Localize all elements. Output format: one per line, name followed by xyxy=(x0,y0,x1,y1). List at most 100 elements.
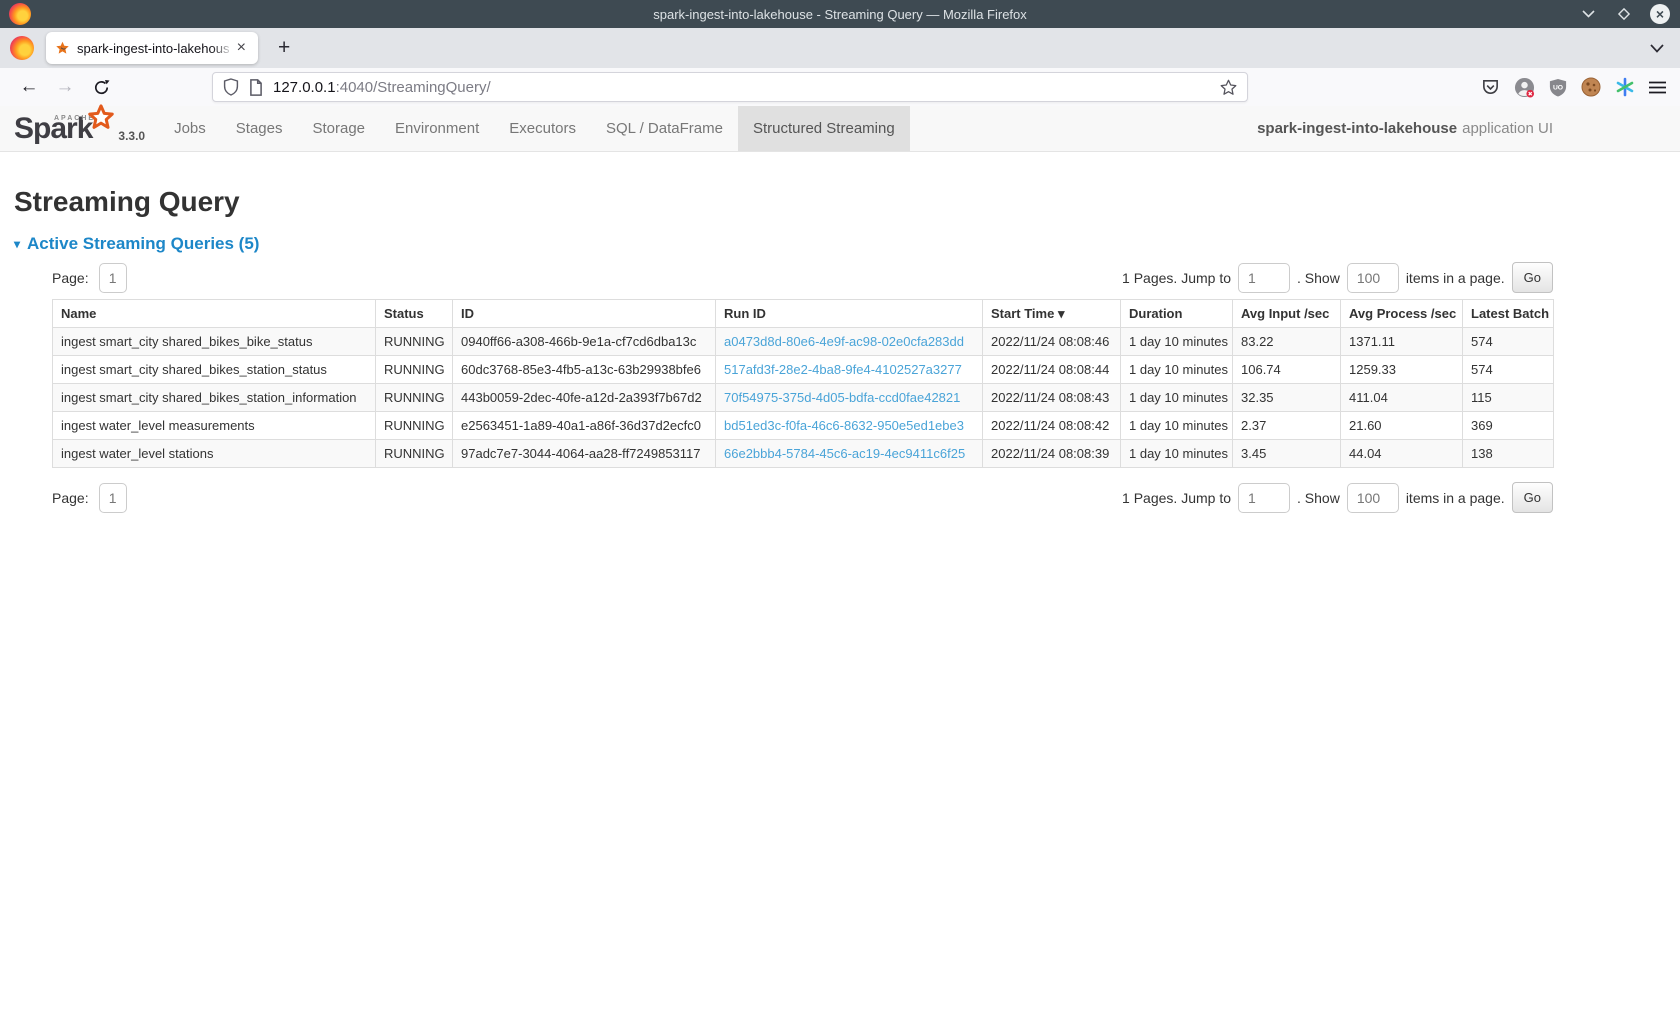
jump-to-page-input[interactable] xyxy=(1238,483,1290,513)
forward-button[interactable]: → xyxy=(50,76,80,98)
col-header-avg-process-sec[interactable]: Avg Process /sec xyxy=(1341,300,1463,328)
spark-nav-structured-streaming[interactable]: Structured Streaming xyxy=(738,106,910,151)
cell-latest-batch: 369 xyxy=(1463,412,1554,440)
cell-run-id: 66e2bbb4-5784-45c6-ac19-4ec9411c6f25 xyxy=(716,440,983,468)
spark-logo-star-icon xyxy=(86,104,116,134)
col-header-start-time[interactable]: Start Time ▾ xyxy=(983,300,1121,328)
cell-duration: 1 day 10 minutes xyxy=(1121,384,1233,412)
app-ui-suffix: application UI xyxy=(1462,120,1553,137)
spark-favicon-icon xyxy=(55,41,70,56)
show-text: . Show xyxy=(1297,270,1340,286)
cell-latest-batch: 115 xyxy=(1463,384,1554,412)
col-header-id[interactable]: ID xyxy=(453,300,716,328)
show-text: . Show xyxy=(1297,490,1340,506)
cell-start-time: 2022/11/24 08:08:44 xyxy=(983,356,1121,384)
menu-hamburger-icon[interactable] xyxy=(1649,81,1666,94)
cell-name: ingest water_level measurements xyxy=(53,412,376,440)
cell-latest-batch: 574 xyxy=(1463,328,1554,356)
cell-avg-process: 1259.33 xyxy=(1341,356,1463,384)
cell-id: 97adc7e7-3044-4064-aa28-ff7249853117 xyxy=(453,440,716,468)
section-title: Active Streaming Queries (5) xyxy=(27,234,259,254)
spark-nav: JobsStagesStorageEnvironmentExecutorsSQL… xyxy=(159,106,910,151)
cell-avg-process: 1371.11 xyxy=(1341,328,1463,356)
cell-start-time: 2022/11/24 08:08:39 xyxy=(983,440,1121,468)
window-close-button[interactable]: × xyxy=(1650,4,1670,24)
extension-asterisk-icon[interactable] xyxy=(1615,77,1635,97)
spark-nav-environment[interactable]: Environment xyxy=(380,106,494,151)
cell-duration: 1 day 10 minutes xyxy=(1121,356,1233,384)
cell-status: RUNNING xyxy=(376,328,453,356)
shield-permissions-icon[interactable] xyxy=(223,78,239,96)
list-all-tabs-icon[interactable] xyxy=(1650,44,1664,53)
app-ui-label: spark-ingest-into-lakehouse application … xyxy=(1257,106,1680,151)
spark-logo[interactable]: APACHE Spark 3.3.0 xyxy=(0,106,153,151)
window-titlebar: spark-ingest-into-lakehouse - Streaming … xyxy=(0,0,1680,28)
browser-tab[interactable]: spark-ingest-into-lakehous × xyxy=(46,32,258,64)
go-button[interactable]: Go xyxy=(1512,482,1553,513)
col-header-latest-batch[interactable]: Latest Batch xyxy=(1463,300,1554,328)
col-header-avg-input-sec[interactable]: Avg Input /sec xyxy=(1233,300,1341,328)
spark-nav-executors[interactable]: Executors xyxy=(494,106,591,151)
reload-icon[interactable] xyxy=(86,79,116,96)
new-tab-button[interactable]: + xyxy=(270,36,298,60)
cell-avg-process: 21.60 xyxy=(1341,412,1463,440)
back-button[interactable]: ← xyxy=(14,76,44,98)
page-number-input[interactable] xyxy=(99,483,127,513)
tab-title: spark-ingest-into-lakehous xyxy=(77,41,234,56)
items-text: items in a page. xyxy=(1406,490,1505,506)
run-id-link[interactable]: 66e2bbb4-5784-45c6-ac19-4ec9411c6f25 xyxy=(724,446,965,461)
cell-name: ingest smart_city shared_bikes_station_i… xyxy=(53,384,376,412)
jump-to-page-input[interactable] xyxy=(1238,263,1290,293)
tab-strip: spark-ingest-into-lakehous × + xyxy=(0,28,1680,68)
run-id-link[interactable]: a0473d8d-80e6-4e9f-ac98-02e0cfa283dd xyxy=(724,334,964,349)
window-maximize-button[interactable] xyxy=(1614,4,1634,24)
run-id-link[interactable]: bd51ed3c-f0fa-46c6-8632-950e5ed1ebe3 xyxy=(724,418,964,433)
cell-duration: 1 day 10 minutes xyxy=(1121,412,1233,440)
cell-avg-process: 411.04 xyxy=(1341,384,1463,412)
bookmark-star-icon[interactable] xyxy=(1220,79,1237,96)
cell-status: RUNNING xyxy=(376,356,453,384)
url-bar[interactable]: 127.0.0.1:4040/StreamingQuery/ xyxy=(212,72,1248,102)
table-row: ingest water_level stationsRUNNING97adc7… xyxy=(53,440,1554,468)
cell-latest-batch: 138 xyxy=(1463,440,1554,468)
cell-run-id: 517afd3f-28e2-4ba8-9fe4-4102527a3277 xyxy=(716,356,983,384)
cell-id: 60dc3768-85e3-4fb5-a13c-63b29938bfe6 xyxy=(453,356,716,384)
url-text[interactable]: 127.0.0.1:4040/StreamingQuery/ xyxy=(273,79,491,96)
items-per-page-input[interactable] xyxy=(1347,263,1399,293)
firefox-window: spark-ingest-into-lakehouse - Streaming … xyxy=(0,0,1680,1012)
pocket-icon[interactable] xyxy=(1481,78,1500,97)
window-minimize-button[interactable] xyxy=(1578,4,1598,24)
page-number-input[interactable] xyxy=(99,263,127,293)
cell-status: RUNNING xyxy=(376,440,453,468)
col-header-duration[interactable]: Duration xyxy=(1121,300,1233,328)
spark-version: 3.3.0 xyxy=(118,129,145,143)
pagination-top: Page: 1 Pages. Jump to . Show items in a… xyxy=(52,262,1553,293)
col-header-status[interactable]: Status xyxy=(376,300,453,328)
col-header-name[interactable]: Name xyxy=(53,300,376,328)
col-header-run-id[interactable]: Run ID xyxy=(716,300,983,328)
firefox-logo-icon xyxy=(9,3,31,25)
cell-start-time: 2022/11/24 08:08:43 xyxy=(983,384,1121,412)
ublock-shield-icon[interactable]: UO xyxy=(1549,78,1567,97)
table-row: ingest water_level measurementsRUNNINGe2… xyxy=(53,412,1554,440)
items-per-page-input[interactable] xyxy=(1347,483,1399,513)
cell-name: ingest smart_city shared_bikes_station_s… xyxy=(53,356,376,384)
items-text: items in a page. xyxy=(1406,270,1505,286)
tab-close-icon[interactable]: × xyxy=(234,39,249,57)
spark-nav-stages[interactable]: Stages xyxy=(221,106,298,151)
cell-avg-input: 2.37 xyxy=(1233,412,1341,440)
cell-start-time: 2022/11/24 08:08:42 xyxy=(983,412,1121,440)
cell-avg-input: 3.45 xyxy=(1233,440,1341,468)
spark-nav-storage[interactable]: Storage xyxy=(297,106,380,151)
firefox-view-icon[interactable] xyxy=(10,36,34,60)
cell-duration: 1 day 10 minutes xyxy=(1121,440,1233,468)
spark-nav-jobs[interactable]: Jobs xyxy=(159,106,221,151)
spark-nav-sql-dataframe[interactable]: SQL / DataFrame xyxy=(591,106,738,151)
go-button[interactable]: Go xyxy=(1512,262,1553,293)
page-info-icon[interactable] xyxy=(249,79,263,96)
run-id-link[interactable]: 517afd3f-28e2-4ba8-9fe4-4102527a3277 xyxy=(724,362,962,377)
cookie-icon[interactable] xyxy=(1581,77,1601,97)
account-disabled-icon[interactable] xyxy=(1514,77,1535,98)
active-queries-section-toggle[interactable]: ▾ Active Streaming Queries (5) xyxy=(14,234,259,254)
run-id-link[interactable]: 70f54975-375d-4d05-bdfa-ccd0fae42821 xyxy=(724,390,960,405)
